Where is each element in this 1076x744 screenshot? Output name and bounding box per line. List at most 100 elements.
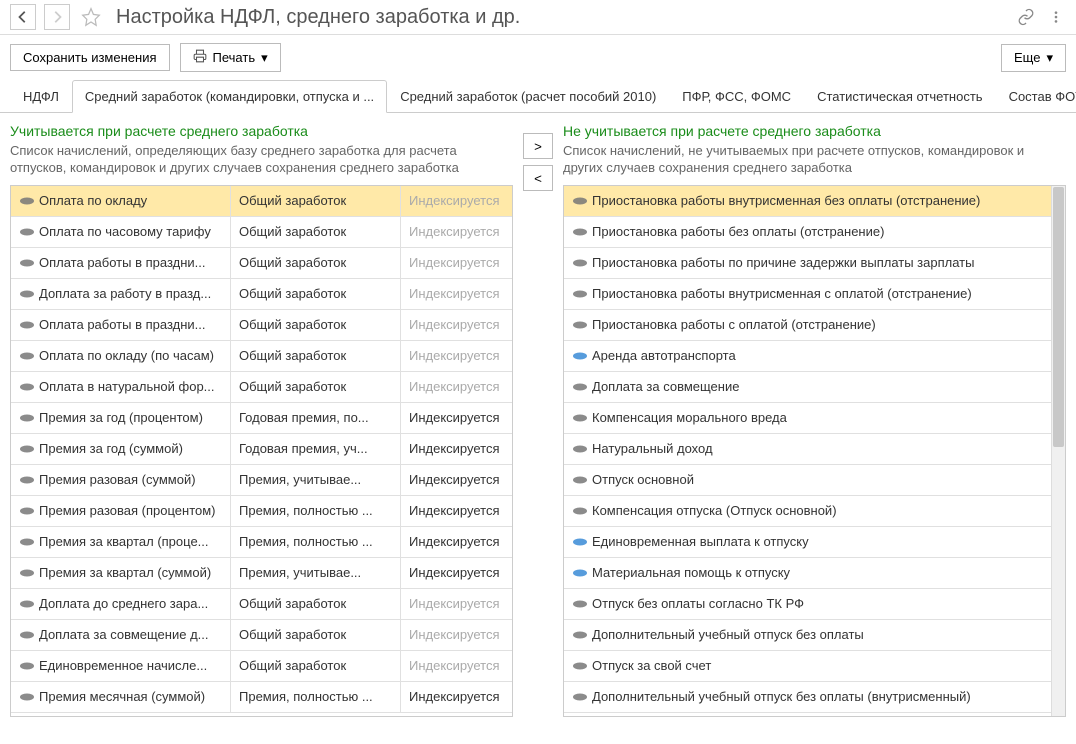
row-type-cell: Годовая премия, по...: [231, 403, 401, 433]
row-name-cell: Оплата работы в праздни...: [11, 248, 231, 278]
item-icon: [572, 475, 586, 485]
row-name-cell: Отпуск за свой счет: [564, 651, 1065, 681]
table-row[interactable]: Компенсация отпуска (Отпуск основной): [564, 496, 1065, 527]
table-row[interactable]: Премия за год (процентом)Годовая премия,…: [11, 403, 512, 434]
item-icon: [19, 506, 33, 516]
table-row[interactable]: Премия разовая (процентом)Премия, полнос…: [11, 496, 512, 527]
row-name-cell: Премия разовая (процентом): [11, 496, 231, 526]
tab[interactable]: Статистическая отчетность: [804, 80, 996, 112]
top-toolbar: Настройка НДФЛ, среднего заработка и др.: [0, 0, 1076, 35]
table-row[interactable]: Премия за квартал (проце...Премия, полно…: [11, 527, 512, 558]
table-row[interactable]: Оплата в натуральной фор...Общий заработ…: [11, 372, 512, 403]
link-icon[interactable]: [1016, 7, 1036, 27]
item-icon: [572, 289, 586, 299]
item-icon: [19, 351, 33, 361]
row-name-cell: Приостановка работы с оплатой (отстранен…: [564, 310, 1065, 340]
table-row[interactable]: Доплата до среднего зара...Общий заработ…: [11, 589, 512, 620]
item-icon: [19, 630, 33, 640]
row-index-cell: Индексируется: [401, 217, 512, 247]
row-index-cell: Индексируется: [401, 434, 512, 464]
tab[interactable]: Состав ФОТ: [996, 80, 1076, 112]
table-row[interactable]: Отпуск за свой счет: [564, 651, 1065, 682]
tab[interactable]: ПФР, ФСС, ФОМС: [669, 80, 804, 112]
table-row[interactable]: Оплата по часовому тарифуОбщий заработок…: [11, 217, 512, 248]
item-icon: [572, 413, 586, 423]
kebab-icon[interactable]: [1046, 7, 1066, 27]
table-row[interactable]: Оплата работы в праздни...Общий заработо…: [11, 248, 512, 279]
print-button[interactable]: Печать ▾: [180, 43, 281, 72]
item-icon: [19, 227, 33, 237]
row-name-cell: Единовременная выплата к отпуску: [564, 527, 1065, 557]
table-row[interactable]: Дополнительный учебный отпуск без оплаты: [564, 620, 1065, 651]
table-row[interactable]: Отпуск основной: [564, 465, 1065, 496]
table-row[interactable]: Единовременное начисле...Общий заработок…: [11, 651, 512, 682]
favorite-button[interactable]: [78, 4, 104, 30]
excluded-header: Не учитывается при расчете среднего зара…: [563, 123, 1066, 139]
tabs-bar: НДФЛСредний заработок (командировки, отп…: [0, 80, 1076, 113]
row-type-cell: Общий заработок: [231, 372, 401, 402]
row-name-cell: Натуральный доход: [564, 434, 1065, 464]
table-row[interactable]: Единовременная выплата к отпуску: [564, 527, 1065, 558]
table-row[interactable]: Премия за год (суммой)Годовая премия, уч…: [11, 434, 512, 465]
row-index-cell: Индексируется: [401, 527, 512, 557]
row-name-cell: Оплата работы в праздни...: [11, 310, 231, 340]
table-row[interactable]: Приостановка работы без оплаты (отстране…: [564, 217, 1065, 248]
row-index-cell: Индексируется: [401, 372, 512, 402]
item-icon: [572, 692, 586, 702]
tab[interactable]: Средний заработок (расчет пособий 2010): [387, 80, 669, 112]
back-button[interactable]: [10, 4, 36, 30]
included-table: Оплата по окладуОбщий заработокИндексиру…: [10, 185, 513, 717]
table-row[interactable]: Аренда автотранспорта: [564, 341, 1065, 372]
row-name-cell: Приостановка работы внутрисменная без оп…: [564, 186, 1065, 216]
item-icon: [572, 351, 586, 361]
table-row[interactable]: Премия за квартал (суммой)Премия, учитыв…: [11, 558, 512, 589]
row-name-cell: Дополнительный учебный отпуск без оплаты: [564, 620, 1065, 650]
row-name-cell: Дополнительный учебный отпуск без оплаты…: [564, 682, 1065, 712]
table-row[interactable]: Премия месячная (суммой)Премия, полность…: [11, 682, 512, 713]
table-row[interactable]: Оплата работы в праздни...Общий заработо…: [11, 310, 512, 341]
table-row[interactable]: Компенсация морального вреда: [564, 403, 1065, 434]
table-row[interactable]: Материальная помощь к отпуску: [564, 558, 1065, 589]
row-type-cell: Общий заработок: [231, 310, 401, 340]
move-left-button[interactable]: <: [523, 165, 553, 191]
page-title: Настройка НДФЛ, среднего заработка и др.: [116, 6, 520, 29]
row-name-cell: Доплата за совмещение: [564, 372, 1065, 402]
row-index-cell: Индексируется: [401, 682, 512, 712]
table-row[interactable]: Приостановка работы внутрисменная без оп…: [564, 186, 1065, 217]
row-index-cell: Индексируется: [401, 403, 512, 433]
item-icon: [572, 196, 586, 206]
printer-icon: [193, 49, 207, 66]
table-row[interactable]: Доплата за совмещение: [564, 372, 1065, 403]
move-right-button[interactable]: >: [523, 133, 553, 159]
row-name-cell: Премия за квартал (суммой): [11, 558, 231, 588]
table-row[interactable]: Приостановка работы по причине задержки …: [564, 248, 1065, 279]
scrollbar-thumb[interactable]: [1053, 187, 1064, 447]
table-row[interactable]: Натуральный доход: [564, 434, 1065, 465]
tab[interactable]: НДФЛ: [10, 80, 72, 112]
table-row[interactable]: Оплата по окладуОбщий заработокИндексиру…: [11, 186, 512, 217]
save-button[interactable]: Сохранить изменения: [10, 44, 170, 71]
row-name-cell: Компенсация отпуска (Отпуск основной): [564, 496, 1065, 526]
table-row[interactable]: Доплата за работу в празд...Общий зарабо…: [11, 279, 512, 310]
table-row[interactable]: Оплата по окладу (по часам)Общий заработ…: [11, 341, 512, 372]
item-icon: [19, 258, 33, 268]
item-icon: [19, 382, 33, 392]
row-type-cell: Премия, учитывае...: [231, 558, 401, 588]
row-index-cell: Индексируется: [401, 186, 512, 216]
table-row[interactable]: Дополнительный учебный отпуск без оплаты…: [564, 682, 1065, 713]
scrollbar[interactable]: [1051, 186, 1065, 716]
table-row[interactable]: Доплата за совмещение д...Общий заработо…: [11, 620, 512, 651]
row-name-cell: Аренда автотранспорта: [564, 341, 1065, 371]
dropdown-caret-icon: ▾: [1046, 50, 1053, 66]
action-bar: Сохранить изменения Печать ▾ Еще ▾: [0, 35, 1076, 80]
tab[interactable]: Средний заработок (командировки, отпуска…: [72, 80, 387, 113]
more-button[interactable]: Еще ▾: [1001, 44, 1066, 72]
forward-button[interactable]: [44, 4, 70, 30]
table-row[interactable]: Отпуск без оплаты согласно ТК РФ: [564, 589, 1065, 620]
table-row[interactable]: Приостановка работы с оплатой (отстранен…: [564, 310, 1065, 341]
table-row[interactable]: Приостановка работы внутрисменная с опла…: [564, 279, 1065, 310]
row-name-cell: Отпуск основной: [564, 465, 1065, 495]
item-icon: [572, 537, 586, 547]
table-row[interactable]: Премия разовая (суммой)Премия, учитывае.…: [11, 465, 512, 496]
row-type-cell: Премия, полностью ...: [231, 527, 401, 557]
